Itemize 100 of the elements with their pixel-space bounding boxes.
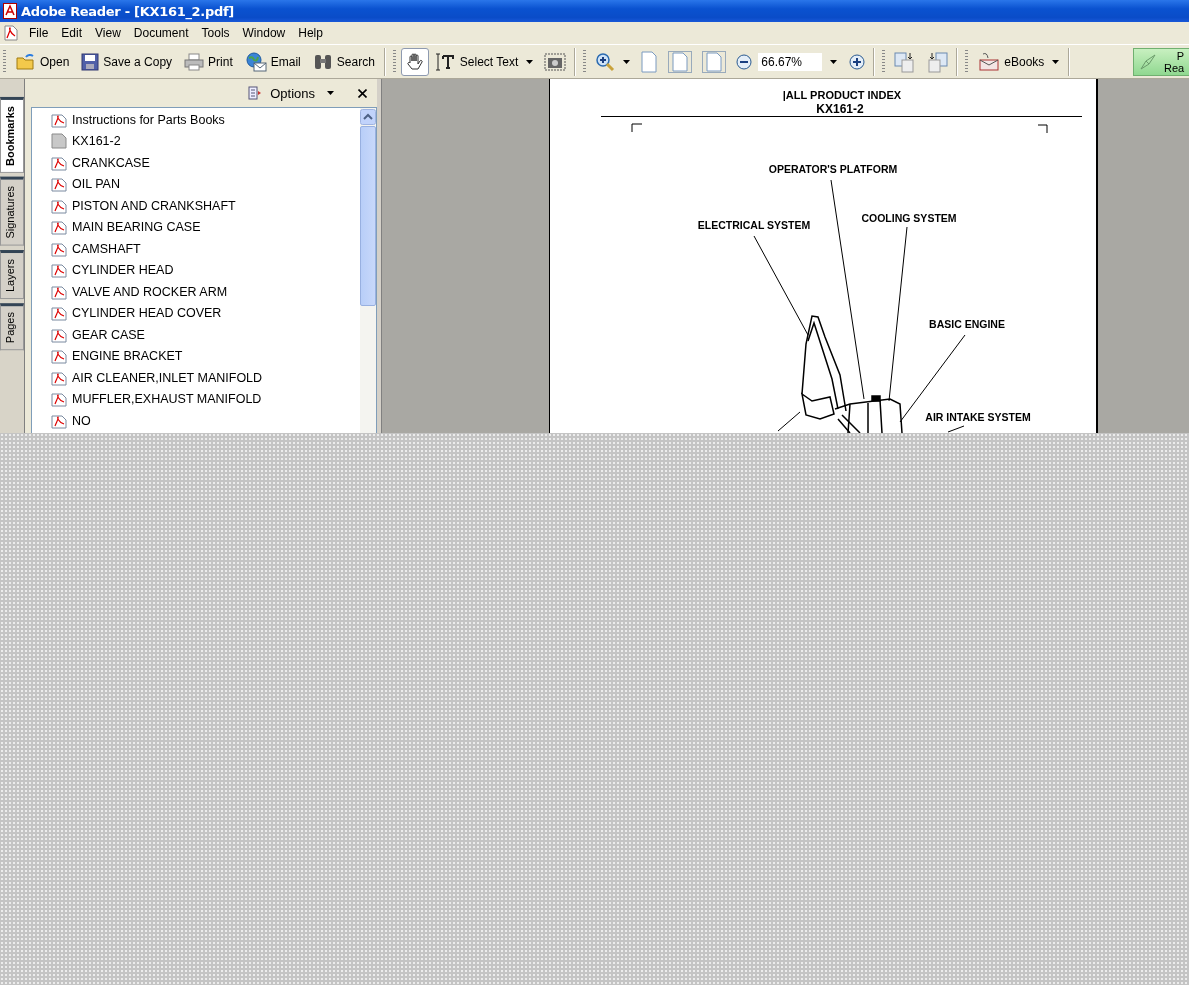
bookmark-label: CRANKCASE: [72, 155, 150, 170]
pdf-page-icon: [51, 283, 67, 300]
bookmark-item[interactable]: VALVE AND ROCKER ARM: [32, 281, 360, 303]
pdf-page-icon: [51, 176, 67, 193]
pdf-page-icon: [51, 240, 67, 257]
bookmark-item[interactable]: ENGINE BRACKET: [32, 345, 360, 367]
bookmark-item[interactable]: CRANKCASE: [32, 152, 360, 174]
part-label: AIR INTAKE SYSTEM: [925, 411, 1031, 423]
bookmark-label: CYLINDER HEAD COVER: [72, 306, 222, 321]
bookmark-item[interactable]: CAMSHAFT: [32, 238, 360, 260]
caret-icon: [327, 91, 334, 95]
print-button[interactable]: Print: [179, 47, 238, 76]
crop-mark: [631, 123, 643, 133]
list-icon: [248, 86, 263, 100]
caret-icon: [623, 59, 631, 64]
close-icon[interactable]: [358, 88, 367, 98]
bookmark-item[interactable]: CYLINDER HEAD: [32, 259, 360, 281]
get-reader-button[interactable]: P Rea: [1133, 47, 1189, 76]
camera-icon: [544, 52, 567, 71]
bookmark-item[interactable]: GEAR CASE: [32, 324, 360, 346]
pdf-page-icon: [51, 219, 67, 236]
part-label: OPERATOR'S PLATFORM: [768, 163, 898, 175]
bookmark-item[interactable]: KX161-2: [32, 130, 360, 152]
pdf-page-icon: [51, 197, 67, 214]
bookmark-label: VALVE AND ROCKER ARM: [72, 284, 228, 299]
caret-icon: [526, 59, 534, 64]
search-button[interactable]: Search: [307, 47, 380, 76]
ebooks-button[interactable]: eBooks: [973, 47, 1065, 76]
bookmark-item[interactable]: MAIN BEARING CASE: [32, 216, 360, 238]
part-label: BASIC ENGINE: [929, 318, 1005, 330]
bookmark-label: PISTON AND CRANKSHAFT: [72, 198, 236, 213]
sidebar-tab[interactable]: Pages: [0, 302, 24, 350]
email-button[interactable]: Email: [239, 47, 306, 76]
printer-icon: [184, 52, 205, 71]
magnifier-icon: [595, 51, 616, 72]
menu-item[interactable]: Tools: [194, 26, 236, 40]
pdf-page-icon: [51, 111, 67, 128]
sidebar-tab[interactable]: Bookmarks: [0, 97, 24, 173]
sidebar-tab[interactable]: Layers: [0, 249, 24, 299]
envelope-icon: [978, 51, 1001, 72]
hand-icon: [404, 51, 425, 72]
pdf-page-icon: [51, 326, 67, 343]
text-cursor-icon: [435, 52, 456, 71]
pdf-page-icon: [51, 348, 67, 365]
save-copy-button[interactable]: Save a Copy: [76, 47, 178, 76]
rotate-counterclockwise-icon[interactable]: [926, 50, 949, 73]
menu-item[interactable]: Window: [235, 26, 292, 40]
bookmark-item[interactable]: OIL PAN: [32, 173, 360, 195]
pdf-page-icon: [51, 154, 67, 171]
blank-page-icon: [51, 133, 67, 150]
menu-item[interactable]: Document: [126, 26, 195, 40]
pdf-page-icon: [51, 412, 67, 429]
zoom-field[interactable]: 66.67%: [758, 52, 823, 71]
bookmark-label: CAMSHAFT: [72, 241, 141, 256]
bookmark-item[interactable]: CYLINDER HEAD COVER: [32, 302, 360, 324]
bookmark-label: AIR CLEANER,INLET MANIFOLD: [72, 370, 263, 385]
bookmark-label: GEAR CASE: [72, 327, 145, 342]
zoom-out-icon[interactable]: [736, 53, 753, 70]
bookmark-label: KX161-2: [72, 134, 121, 149]
caret-icon[interactable]: [830, 59, 838, 64]
part-label: COOLING SYSTEM: [861, 212, 957, 224]
menu-item[interactable]: Edit: [54, 26, 89, 40]
bookmark-label: MUFFLER,EXHAUST MANIFOLD: [72, 392, 262, 407]
crop-mark: [1037, 124, 1048, 134]
open-button[interactable]: Open: [11, 47, 75, 76]
pdf-page-icon: [51, 391, 67, 408]
menu-item[interactable]: Help: [291, 26, 329, 40]
binoculars-icon: [312, 52, 333, 71]
menu-item[interactable]: View: [88, 26, 127, 40]
window-title: Adobe Reader - [KX161_2.pdf]: [21, 3, 234, 19]
bookmark-item[interactable]: AIR CLEANER,INLET MANIFOLD: [32, 367, 360, 389]
bookmark-label: OIL PAN: [72, 177, 120, 192]
scrollbar[interactable]: [360, 108, 376, 433]
globe-envelope-icon: [244, 51, 267, 72]
model-number: KX161-2: [816, 102, 864, 116]
bookmark-item[interactable]: Instructions for Parts Books: [32, 109, 360, 131]
bookmark-label: NO: [72, 413, 91, 428]
bookmark-label: MAIN BEARING CASE: [72, 220, 201, 235]
bookmark-label: ENGINE BRACKET: [72, 349, 183, 364]
pdf-document-icon: [4, 25, 18, 41]
part-label: ELECTRICAL SYSTEM: [697, 219, 811, 231]
bookmark-item[interactable]: PISTON AND CRANKSHAFT: [32, 195, 360, 217]
sidebar-tab[interactable]: Signatures: [0, 176, 24, 246]
pdf-app-icon: [3, 3, 17, 19]
rotate-clockwise-icon[interactable]: [894, 50, 917, 73]
pdf-page-icon: [51, 305, 67, 322]
bookmark-item[interactable]: NO: [32, 410, 360, 432]
page-heading: |ALL PRODUCT INDEX: [782, 89, 902, 101]
bookmark-label: Instructions for Parts Books: [72, 112, 225, 127]
hand-tool-button[interactable]: [400, 47, 429, 76]
folder-icon: [16, 52, 36, 71]
options-button[interactable]: Options: [242, 84, 340, 102]
zoom-in-icon[interactable]: [849, 53, 866, 70]
bookmark-item[interactable]: MUFFLER,EXHAUST MANIFOLD: [32, 388, 360, 410]
scroll-up-icon[interactable]: [360, 109, 376, 125]
pdf-page-icon: [51, 369, 67, 386]
select-text-button[interactable]: Select Text: [430, 47, 539, 76]
caret-icon: [1052, 59, 1060, 64]
bookmark-label: CYLINDER HEAD: [72, 263, 174, 278]
menu-item[interactable]: File: [22, 26, 55, 40]
